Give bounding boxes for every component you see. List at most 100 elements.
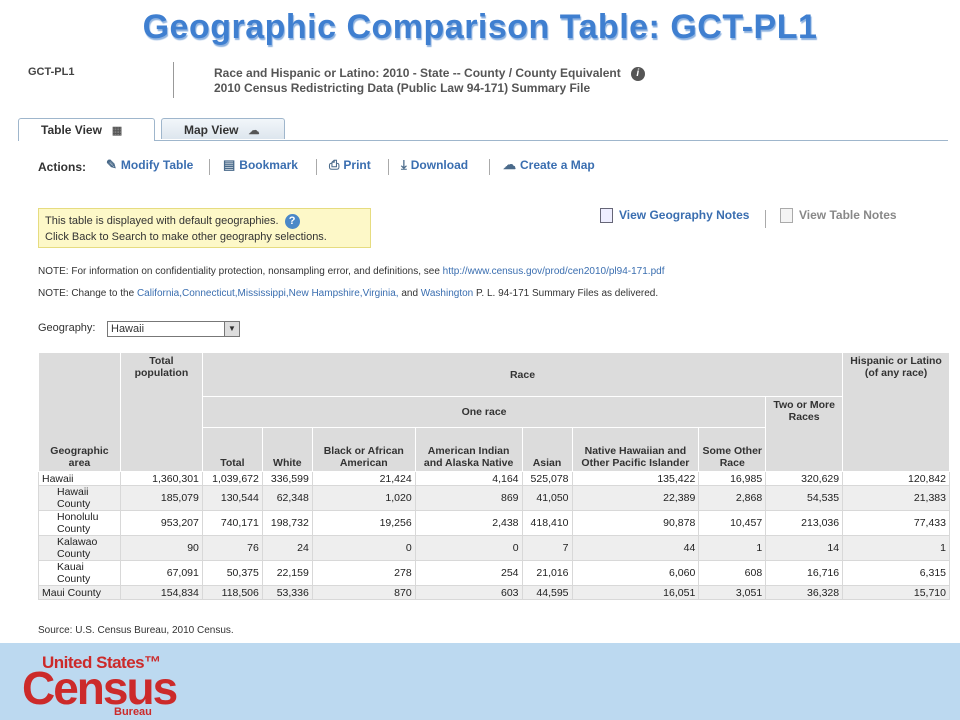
cell-aian: 4,164 — [414, 471, 523, 486]
print-button[interactable]: ⎙ Print — [329, 157, 371, 173]
action-divider — [388, 159, 389, 175]
table-header-bar: GCT-PL1 Race and Hispanic or Latino: 201… — [28, 62, 948, 102]
cell-other: 10,457 — [698, 510, 767, 536]
geography-select[interactable]: Hawaii ▼ — [107, 321, 240, 337]
table-title-line2: 2010 Census Redistricting Data (Public L… — [214, 81, 591, 95]
action-divider — [316, 159, 317, 175]
cell-other: 2,868 — [698, 485, 767, 511]
view-tabs: Table View ▦ Map View ☁ — [18, 118, 948, 141]
actions-label: Actions: — [38, 160, 86, 174]
cell-white: 24 — [261, 535, 313, 561]
info-icon[interactable]: i — [630, 66, 645, 81]
cell-two: 16,716 — [765, 560, 844, 586]
cell-total-pop: 953,207 — [119, 510, 203, 536]
header-divider — [173, 62, 174, 98]
cell-total-pop: 90 — [119, 535, 203, 561]
note-confidentiality: NOTE: For information on confidentiality… — [38, 266, 664, 277]
pdf-link[interactable]: http://www.census.gov/prod/cen2010/pl94-… — [443, 266, 665, 277]
notice-line2: Click Back to Search to make other geogr… — [45, 231, 327, 243]
action-label: Print — [343, 158, 371, 172]
table-description: Race and Hispanic or Latino: 2010 - Stat… — [214, 66, 645, 96]
cell-total-pop: 154,834 — [119, 585, 203, 600]
cell-asian: 525,078 — [521, 471, 573, 486]
cell-hisp: 15,710 — [842, 585, 950, 600]
download-button[interactable]: ⤓ Download — [401, 157, 468, 173]
cell-nhpi: 6,060 — [571, 560, 700, 586]
help-icon[interactable]: ? — [284, 213, 300, 229]
note-changes: NOTE: Change to the California,Connectic… — [38, 288, 658, 299]
cell-two: 54,535 — [765, 485, 844, 511]
table-row: Kalawao County 90 76 24 0 0 7 44 1 14 1 — [38, 535, 950, 561]
dropdown-arrow-icon: ▼ — [224, 322, 239, 336]
row-area: Hawaii — [38, 471, 121, 486]
logo-line3: Bureau — [114, 706, 152, 718]
cell-nhpi: 90,878 — [571, 510, 700, 536]
bookmark-button[interactable]: ▤ Bookmark — [223, 157, 298, 173]
table-row: Maui County 154,834 118,506 53,336 870 6… — [38, 585, 950, 600]
header-race: Race — [201, 352, 844, 397]
row-area: Maui County — [38, 585, 121, 600]
cell-asian: 418,410 — [521, 510, 573, 536]
action-label: Bookmark — [239, 158, 298, 172]
download-icon: ⤓ — [401, 157, 407, 172]
header-some-other: Some Other Race — [698, 427, 767, 472]
tab-label: Map View — [184, 123, 239, 137]
table-row: Hawaii County 185,079 130,544 62,348 1,0… — [38, 485, 950, 511]
us-map-icon: ☁ — [248, 125, 260, 137]
header-black: Black or African American — [311, 427, 416, 472]
view-table-notes-link[interactable]: View Table Notes — [780, 208, 897, 224]
tab-table-view[interactable]: Table View ▦ — [18, 118, 155, 141]
table-row: Hawaii 1,360,301 1,039,672 336,599 21,42… — [38, 471, 950, 486]
footer-band: United States™ Census Bureau — [0, 643, 960, 720]
cell-aian: 0 — [414, 535, 523, 561]
action-divider — [209, 159, 210, 175]
cell-other: 16,985 — [698, 471, 767, 486]
create-map-button[interactable]: ☁ Create a Map — [503, 157, 595, 173]
cell-hisp: 21,383 — [842, 485, 950, 511]
cell-asian: 7 — [521, 535, 573, 561]
source-note: Source: U.S. Census Bureau, 2010 Census. — [38, 625, 234, 636]
cell-black: 21,424 — [311, 471, 416, 486]
link-label: View Geography Notes — [619, 208, 750, 222]
geography-label: Geography: — [38, 322, 96, 334]
table-row: Honolulu County 953,207 740,171 198,732 … — [38, 510, 950, 536]
modify-table-button[interactable]: ✎ Modify Table — [106, 157, 193, 173]
document-icon — [780, 208, 793, 224]
cell-white: 53,336 — [261, 585, 313, 600]
action-divider — [489, 159, 490, 175]
header-asian: Asian — [521, 427, 573, 472]
comparison-table: Geographic area Total population Race Hi… — [38, 352, 950, 600]
header-american-indian: American Indian and Alaska Native — [414, 427, 523, 472]
header-total-population: Total population — [119, 352, 203, 472]
header-native-hawaiian: Native Hawaiian and Other Pacific Island… — [571, 427, 700, 472]
bookmark-icon: ▤ — [223, 157, 236, 172]
header-one-race: One race — [201, 396, 767, 428]
cell-asian: 41,050 — [521, 485, 573, 511]
table-code: GCT-PL1 — [28, 66, 75, 78]
cell-aian: 254 — [414, 560, 523, 586]
cell-white: 22,159 — [261, 560, 313, 586]
actions-bar: Actions: ✎ Modify Table ▤ Bookmark ⎙ Print … — [38, 157, 938, 177]
view-geography-notes-link[interactable]: View Geography Notes — [600, 208, 750, 224]
cell-other: 3,051 — [698, 585, 767, 600]
cell-black: 870 — [311, 585, 416, 600]
header-hispanic: Hispanic or Latino (of any race) — [842, 352, 950, 472]
tab-map-view[interactable]: Map View ☁ — [161, 118, 285, 139]
notice-line1: This table is displayed with default geo… — [45, 215, 279, 227]
washington-link[interactable]: Washington — [421, 288, 473, 299]
note-text: NOTE: For information on confidentiality… — [38, 266, 443, 277]
cell-white: 198,732 — [261, 510, 313, 536]
cell-asian: 21,016 — [521, 560, 573, 586]
header-white: White — [261, 427, 313, 472]
cell-nhpi: 135,422 — [571, 471, 700, 486]
note-text: NOTE: Change to the — [38, 288, 137, 299]
row-area: Kauai County — [38, 560, 121, 586]
table-grid-icon: ▦ — [111, 125, 123, 137]
cell-total-pop: 67,091 — [119, 560, 203, 586]
states-link[interactable]: California,Connecticut,Mississippi,New H… — [137, 288, 399, 299]
action-label: Modify Table — [120, 158, 194, 172]
cell-total: 50,375 — [201, 560, 263, 586]
cell-hisp: 120,842 — [842, 471, 950, 486]
modify-table-icon: ✎ — [106, 157, 117, 172]
row-area: Hawaii County — [38, 485, 121, 511]
